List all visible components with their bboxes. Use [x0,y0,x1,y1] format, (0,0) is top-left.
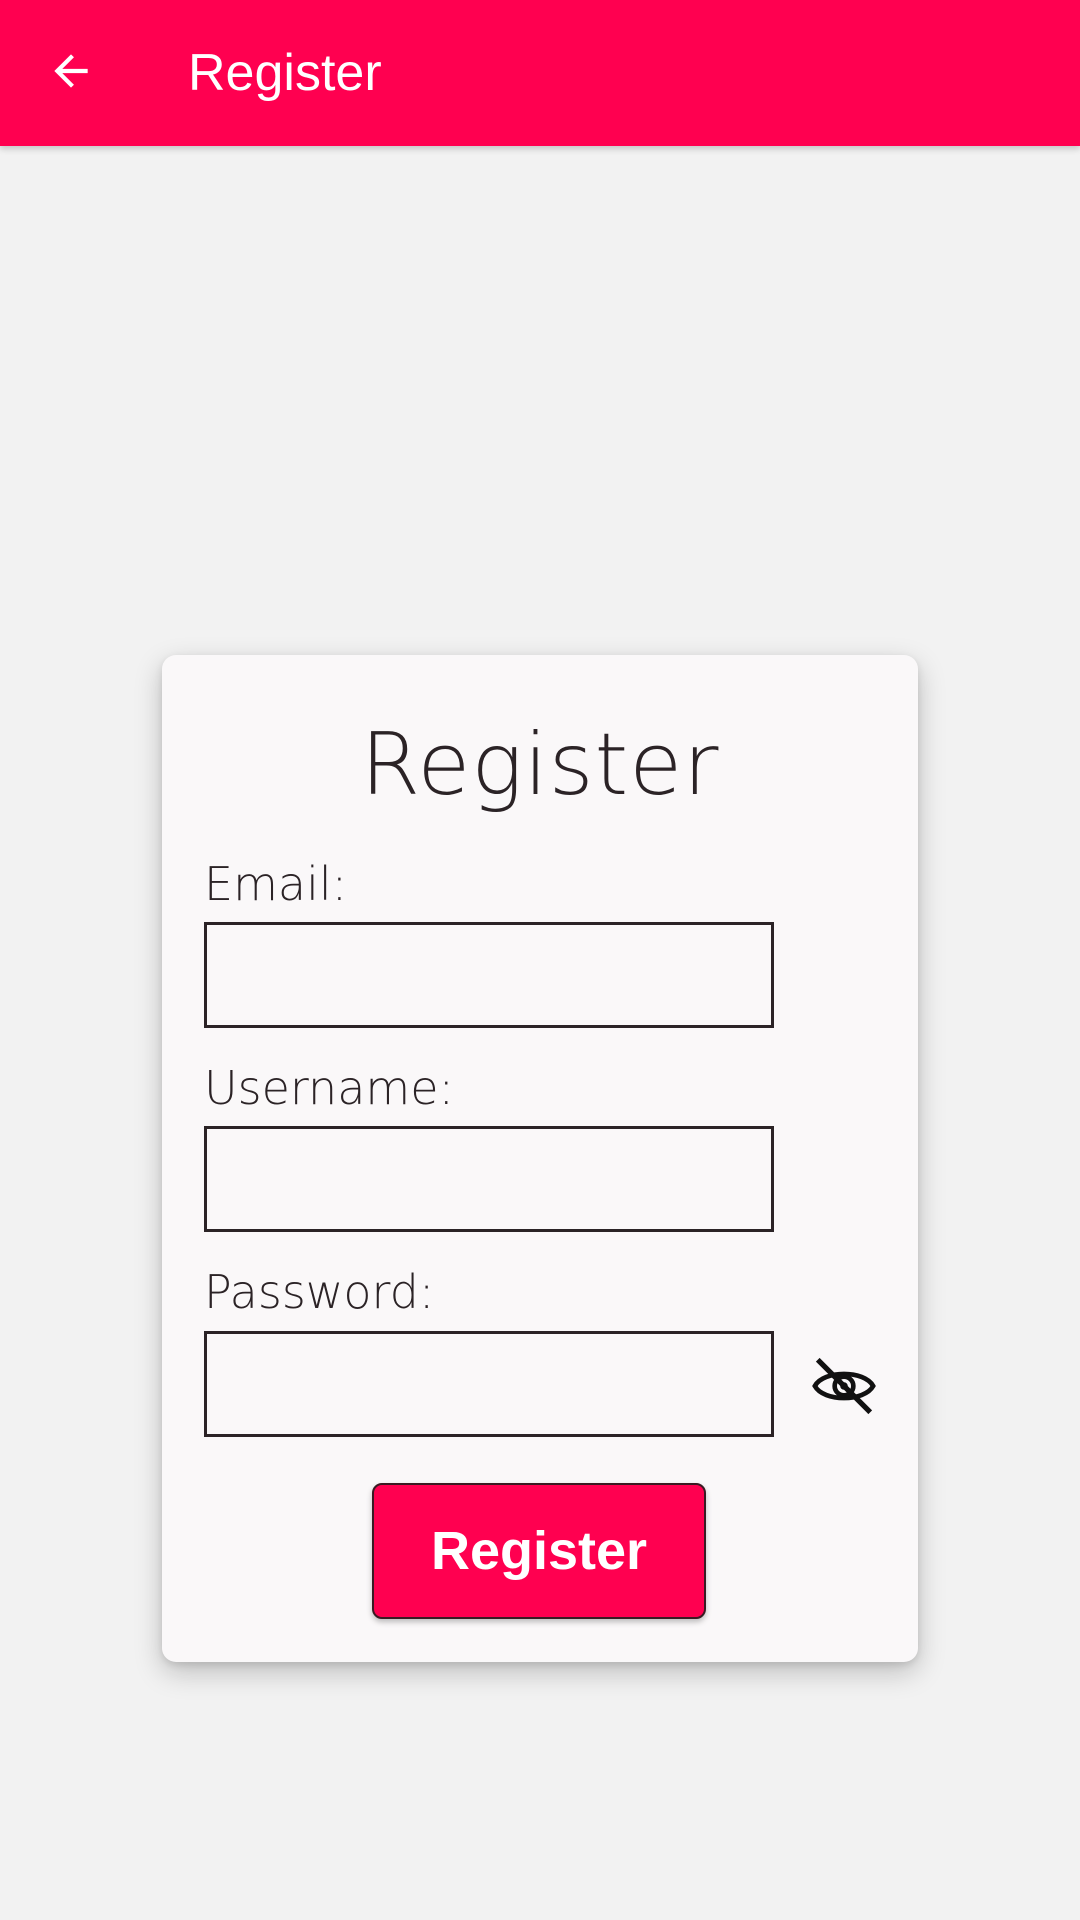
username-label: Username: [204,1061,454,1115]
form-title: Register [360,715,720,815]
back-button[interactable] [38,38,104,104]
app-bar-title: Register [188,44,382,102]
username-field[interactable] [204,1126,774,1232]
register-button[interactable]: Register [372,1483,706,1619]
email-label: Email: [204,857,348,911]
register-card: Register Email: Username: Password: Regi… [162,655,918,1662]
app-bar: Register [0,0,1080,146]
password-visibility-toggle[interactable] [806,1348,882,1424]
password-field[interactable] [204,1331,774,1437]
password-label: Password: [204,1265,435,1319]
eye-off-icon [812,1357,876,1415]
email-field[interactable] [204,922,774,1028]
arrow-left-icon [54,54,88,88]
